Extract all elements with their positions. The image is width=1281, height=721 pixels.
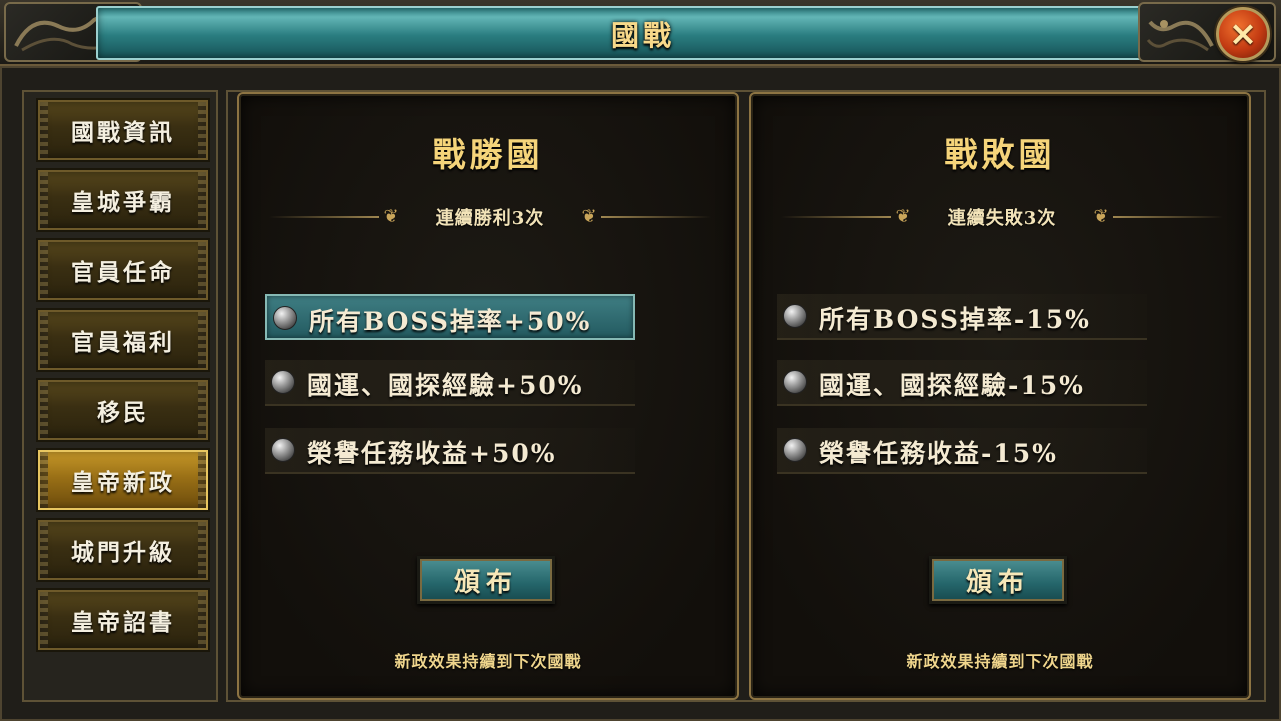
sidebar: 國戰資訊 皇城爭霸 官員任命 官員福利 移民 皇帝新政 城門升級 皇帝詔書 xyxy=(22,90,218,702)
bullet-orb-icon xyxy=(783,304,807,328)
bonus-item: 所有BOSS掉率-15% xyxy=(777,294,1147,340)
bonus-label: 國運、國探經驗+50% xyxy=(307,371,584,400)
streak-row: ❦ 連續勝利3次 ❦ xyxy=(269,202,711,232)
close-x-icon: × xyxy=(1228,14,1258,54)
panel-title: 戰勝國 xyxy=(432,135,544,174)
sidebar-item-label: 皇帝新政 xyxy=(71,469,175,496)
bonus-label: 榮譽任務收益+50% xyxy=(307,439,557,468)
loser-decree-button[interactable]: 頒布 xyxy=(929,556,1067,604)
window-title: 國戰 xyxy=(610,19,675,52)
bullet-orb-icon xyxy=(271,438,295,462)
sidebar-item-emperor-new-policy[interactable]: 皇帝新政 xyxy=(36,448,210,512)
bullet-orb-icon xyxy=(783,370,807,394)
winner-panel: 戰勝國 ❦ 連續勝利3次 ❦ 所有BOSS掉率+50% 國運、國探經驗+50% … xyxy=(237,92,739,700)
sidebar-item-label: 國戰資訊 xyxy=(71,119,175,146)
loser-panel: 戰敗國 ❦ 連續失敗3次 ❦ 所有BOSS掉率-15% 國運、國探經驗-15% … xyxy=(749,92,1251,700)
scroll-ornament-icon: ❦ xyxy=(581,206,597,227)
sidebar-item-immigration[interactable]: 移民 xyxy=(36,378,210,442)
title-band: 國戰 xyxy=(96,6,1186,60)
bonus-item: 國運、國探經驗-15% xyxy=(777,360,1147,406)
sidebar-item-imperial-edict[interactable]: 皇帝詔書 xyxy=(36,588,210,652)
bonus-item: 所有BOSS掉率+50% xyxy=(265,294,635,340)
bonus-label: 所有BOSS掉率+50% xyxy=(309,307,592,336)
bonus-label: 國運、國探經驗-15% xyxy=(819,371,1085,400)
sidebar-item-official-appointment[interactable]: 官員任命 xyxy=(36,238,210,302)
sidebar-item-label: 城門升級 xyxy=(71,539,175,566)
bullet-orb-icon xyxy=(271,370,295,394)
panel-title: 戰敗國 xyxy=(944,135,1056,174)
close-button[interactable]: × xyxy=(1216,7,1270,61)
bullet-orb-icon xyxy=(273,306,297,330)
sidebar-item-label: 移民 xyxy=(97,399,149,426)
sidebar-item-label: 皇城爭霸 xyxy=(71,189,175,216)
sidebar-item-official-benefits[interactable]: 官員福利 xyxy=(36,308,210,372)
policy-note: 新政效果持續到下次國戰 xyxy=(906,652,1094,671)
bonus-label: 所有BOSS掉率-15% xyxy=(819,305,1091,334)
sidebar-item-label: 皇帝詔書 xyxy=(71,609,175,636)
streak-row: ❦ 連續失敗3次 ❦ xyxy=(781,202,1223,232)
bonus-item: 榮譽任務收益-15% xyxy=(777,428,1147,474)
bonus-label: 榮譽任務收益-15% xyxy=(819,439,1058,468)
bullet-orb-icon xyxy=(783,438,807,462)
sidebar-item-label: 官員任命 xyxy=(71,259,175,286)
bonus-item: 國運、國探經驗+50% xyxy=(265,360,635,406)
sidebar-item-label: 官員福利 xyxy=(71,329,175,356)
sidebar-item-imperial-city-contest[interactable]: 皇城爭霸 xyxy=(36,168,210,232)
sidebar-item-nation-war-info[interactable]: 國戰資訊 xyxy=(36,98,210,162)
bonus-item: 榮譽任務收益+50% xyxy=(265,428,635,474)
policy-note: 新政效果持續到下次國戰 xyxy=(394,652,582,671)
title-bar: 國戰 × xyxy=(0,0,1281,66)
scroll-ornament-icon: ❦ xyxy=(1093,206,1109,227)
sidebar-item-gate-upgrade[interactable]: 城門升級 xyxy=(36,518,210,582)
winner-decree-button[interactable]: 頒布 xyxy=(417,556,555,604)
